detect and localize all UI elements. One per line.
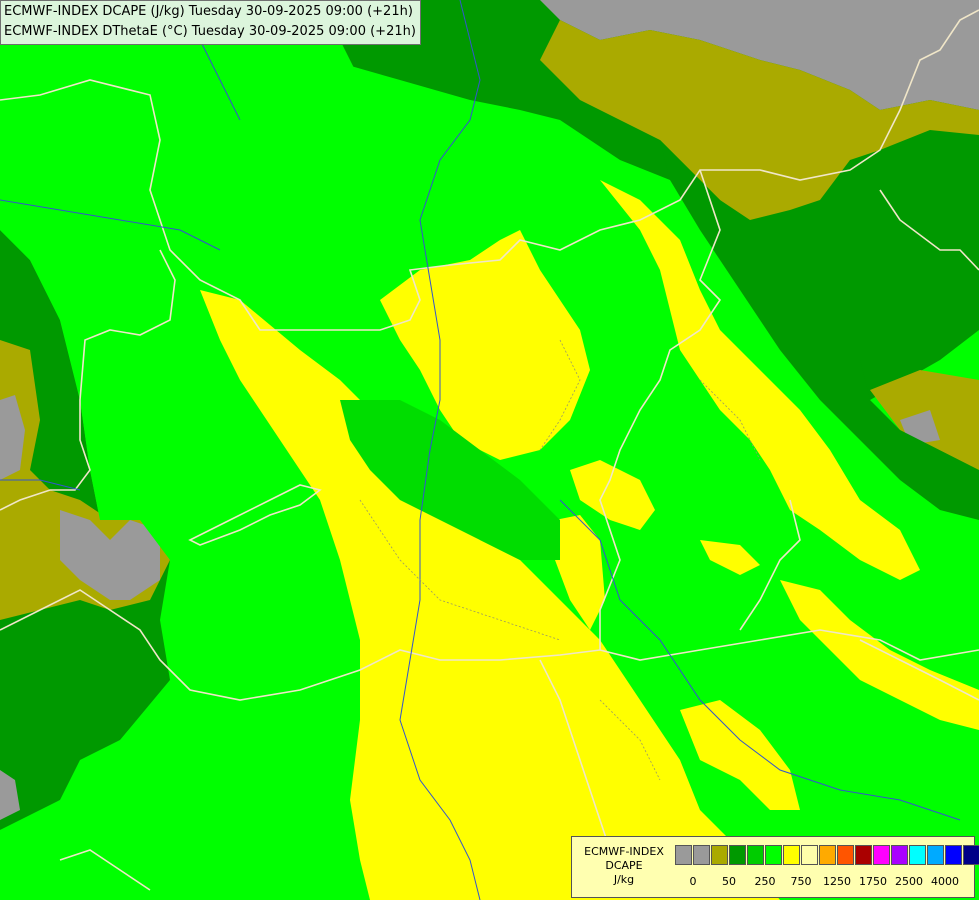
legend-swatch xyxy=(693,845,710,865)
legend-swatch xyxy=(783,845,800,865)
legend-swatch xyxy=(909,845,926,865)
legend-swatch xyxy=(819,845,836,865)
legend-swatch xyxy=(963,845,979,865)
legend-swatch xyxy=(873,845,890,865)
legend-swatch xyxy=(711,845,728,865)
legend-tick-label: 0 xyxy=(689,875,697,888)
legend-swatch xyxy=(729,845,746,865)
legend-name-line-2: DCAPE xyxy=(605,859,643,872)
legend-tick-label: 1750 xyxy=(859,875,887,888)
map-canvas xyxy=(0,0,979,900)
legend-name-line-3: J/kg xyxy=(613,873,635,886)
map-title-dcape: ECMWF-INDEX DCAPE (J/kg) Tuesday 30-09-2… xyxy=(4,4,413,19)
legend-name: ECMWF-INDEX DCAPE J/kg xyxy=(574,845,674,887)
legend-swatch xyxy=(945,845,962,865)
legend-tick-label: 4000 xyxy=(931,875,959,888)
legend-swatch xyxy=(837,845,854,865)
legend-tick-label: 50 xyxy=(722,875,736,888)
legend-tick-label: 2500 xyxy=(895,875,923,888)
legend-swatch xyxy=(927,845,944,865)
legend-swatch xyxy=(891,845,908,865)
map-title-box: ECMWF-INDEX DCAPE (J/kg) Tuesday 30-09-2… xyxy=(0,0,421,45)
legend-swatch xyxy=(747,845,764,865)
legend-swatch xyxy=(765,845,782,865)
map-title-dthetae: ECMWF-INDEX DThetaE (°C) Tuesday 30-09-2… xyxy=(4,24,416,39)
legend-tick-label: 1250 xyxy=(823,875,851,888)
dcape-map xyxy=(0,0,979,900)
color-legend: ECMWF-INDEX DCAPE J/kg 0 50 250 750 1250 1750… xyxy=(571,836,979,898)
legend-tick-label: 750 xyxy=(790,875,812,888)
legend-ticks: 0 50 250 750 1250 1750 2500 4000 xyxy=(675,875,975,889)
legend-swatch xyxy=(675,845,692,865)
legend-name-line-1: ECMWF-INDEX xyxy=(584,845,664,858)
legend-swatch xyxy=(801,845,818,865)
legend-swatch xyxy=(855,845,872,865)
legend-swatches xyxy=(675,845,979,865)
legend-tick-label: 250 xyxy=(754,875,776,888)
